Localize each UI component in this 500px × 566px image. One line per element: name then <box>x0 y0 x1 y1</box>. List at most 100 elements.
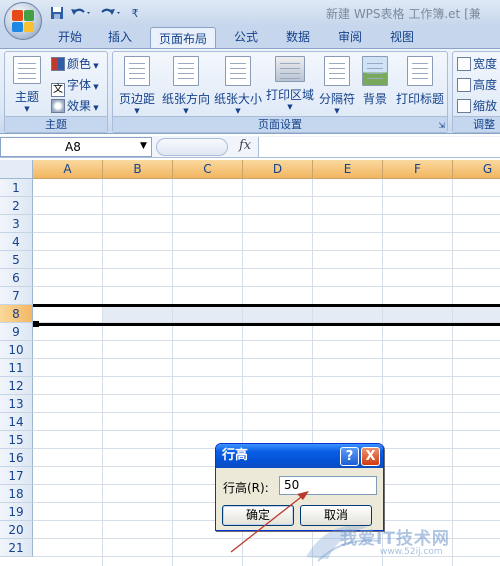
row-header-5[interactable]: 5 <box>0 251 33 269</box>
tab-insert[interactable]: 插入 <box>100 26 140 48</box>
wps-menu-button[interactable] <box>4 2 42 40</box>
scale-height-button[interactable]: 高度 <box>457 75 497 95</box>
print-titles-label: 打印标题 <box>395 92 444 106</box>
row-header-1[interactable]: 1 <box>0 179 33 197</box>
row-header-14[interactable]: 14 <box>0 413 33 431</box>
row-gridline <box>33 232 500 233</box>
customize-quick-access-icon[interactable]: ₹ <box>128 4 142 22</box>
theme-colors-button[interactable]: 颜色 ▼ <box>51 54 99 74</box>
margins-icon <box>124 56 150 86</box>
theme-fonts-button[interactable]: 文字体 ▼ <box>51 75 99 97</box>
wps-logo-icon <box>12 10 34 32</box>
row-header-4[interactable]: 4 <box>0 233 33 251</box>
close-icon[interactable]: X <box>361 447 380 466</box>
fill-handle[interactable] <box>33 321 39 327</box>
row-gridline <box>33 286 500 287</box>
size-icon <box>225 56 251 86</box>
row-gridline <box>33 214 500 215</box>
row-gridline <box>33 250 500 251</box>
theme-button[interactable]: 主题 ▼ <box>7 56 47 116</box>
row-header-7[interactable]: 7 <box>0 287 33 305</box>
row-header-19[interactable]: 19 <box>0 503 33 521</box>
size-button[interactable]: 纸张大小 ▼ <box>213 56 263 116</box>
row-header-2[interactable]: 2 <box>0 197 33 215</box>
row-header-13[interactable]: 13 <box>0 395 33 413</box>
column-header-a[interactable]: A <box>33 160 103 179</box>
breaks-button[interactable]: 分隔符 ▼ <box>317 56 357 116</box>
tab-data[interactable]: 数据 <box>278 26 318 48</box>
watermark-text: 我爱IT技术网 <box>340 529 450 549</box>
save-icon[interactable] <box>48 4 66 22</box>
row-header-3[interactable]: 3 <box>0 215 33 233</box>
name-box-dropdown-icon[interactable]: ▼ <box>140 141 147 151</box>
row-header-16[interactable]: 16 <box>0 449 33 467</box>
row-header-21[interactable]: 21 <box>0 539 33 557</box>
dialog-launcher-icon[interactable]: ⇲ <box>438 121 445 130</box>
row-gridline <box>33 376 500 377</box>
row-header-10[interactable]: 10 <box>0 341 33 359</box>
print-titles-button[interactable]: 打印标题 <box>395 56 445 116</box>
formula-controls <box>156 138 228 156</box>
colors-icon <box>51 57 65 71</box>
select-all-corner[interactable] <box>0 160 33 179</box>
chevron-down-icon: ▼ <box>183 107 189 115</box>
column-header-d[interactable]: D <box>243 160 313 179</box>
margins-button[interactable]: 页边距 ▼ <box>115 56 159 116</box>
title-bar: ₹ 新建 WPS表格 工作簿.et [兼 <box>0 0 500 40</box>
scale-label: 缩放 <box>473 99 498 113</box>
row-8-bottom-border <box>33 323 500 326</box>
orientation-button[interactable]: 纸张方向 ▼ <box>161 56 211 116</box>
tab-page-layout[interactable]: 页面布局 <box>150 27 216 49</box>
row-header-20[interactable]: 20 <box>0 521 33 539</box>
help-icon[interactable]: ? <box>340 447 359 466</box>
column-header-b[interactable]: B <box>103 160 173 179</box>
print-area-button[interactable]: 打印区域 ▼ <box>265 56 315 116</box>
row-gridline <box>33 196 500 197</box>
column-header-c[interactable]: C <box>173 160 243 179</box>
row-header-8[interactable]: 8 <box>0 305 33 323</box>
column-gridline <box>102 179 103 566</box>
height-label: 高度 <box>473 78 498 92</box>
row-header-9[interactable]: 9 <box>0 323 33 341</box>
orientation-label: 纸张方向 <box>161 92 210 106</box>
theme-group-label: 主题 <box>5 116 107 132</box>
row-header-18[interactable]: 18 <box>0 485 33 503</box>
tab-home[interactable]: 开始 <box>50 26 90 48</box>
redo-icon[interactable] <box>98 4 124 22</box>
row-header-11[interactable]: 11 <box>0 359 33 377</box>
column-header-g[interactable]: G <box>453 160 500 179</box>
formula-bar: A8 ▼ fx <box>0 136 500 158</box>
name-box[interactable]: A8 <box>0 137 152 157</box>
row-header-6[interactable]: 6 <box>0 269 33 287</box>
print-area-label: 打印区域 <box>265 88 314 102</box>
row-gridline <box>33 394 500 395</box>
background-picture-icon <box>362 56 388 86</box>
row-header-17[interactable]: 17 <box>0 467 33 485</box>
theme-effects-button[interactable]: 效果 ▼ <box>51 96 99 116</box>
ribbon-tabs: 开始 插入 页面布局 公式 数据 审阅 视图 <box>0 26 500 49</box>
page-setup-group: 页边距 ▼ 纸张方向 ▼ 纸张大小 ▼ 打印区域 ▼ 分隔符 ▼ 背景 打印标题… <box>112 51 448 133</box>
row-header-12[interactable]: 12 <box>0 377 33 395</box>
chevron-down-icon: ▼ <box>235 107 241 115</box>
scale-width-button[interactable]: 宽度 <box>457 54 497 74</box>
tab-review[interactable]: 审阅 <box>330 26 370 48</box>
undo-icon[interactable] <box>68 4 94 22</box>
scale-icon <box>457 99 471 113</box>
tab-formulas[interactable]: 公式 <box>226 26 266 48</box>
printer-icon <box>275 56 305 82</box>
scale-ratio-button[interactable]: 缩放 <box>457 96 497 116</box>
ribbon: 主题 ▼ 颜色 ▼ 文字体 ▼ 效果 ▼ 主题 页边距 ▼ 纸张方向 ▼ 纸张大… <box>0 48 500 134</box>
tab-view[interactable]: 视图 <box>382 26 422 48</box>
watermark-url: www.52ij.com <box>380 547 443 557</box>
page-setup-group-label: 页面设置 <box>113 116 447 132</box>
effects-label: 效果 <box>67 99 92 113</box>
formula-input[interactable] <box>258 137 500 157</box>
insert-function-icon[interactable]: fx <box>239 138 251 153</box>
column-header-f[interactable]: F <box>383 160 453 179</box>
column-header-e[interactable]: E <box>313 160 383 179</box>
background-button[interactable]: 背景 <box>359 56 391 116</box>
height-icon <box>457 78 471 92</box>
row-header-15[interactable]: 15 <box>0 431 33 449</box>
window-title: 新建 WPS表格 工作簿.et [兼 <box>326 7 481 21</box>
fonts-icon: 文 <box>51 83 65 97</box>
